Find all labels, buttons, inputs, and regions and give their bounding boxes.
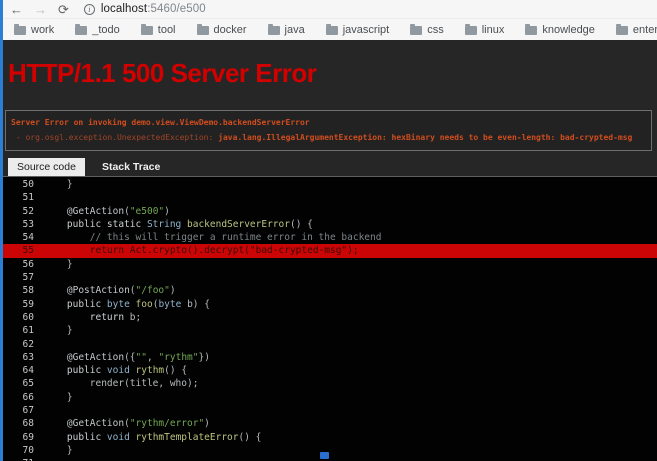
bookmark-item[interactable]: knowledge <box>525 23 595 36</box>
code-line: 51 <box>0 191 657 204</box>
code-line: 69 public void rythmTemplateError() { <box>0 431 657 444</box>
code-line: 60 return b; <box>0 311 657 324</box>
error-detail: - org.osgl.exception.UnexpectedException… <box>11 133 646 142</box>
bookmark-label: javascript <box>342 23 390 36</box>
code-line: 61 } <box>0 324 657 337</box>
back-icon[interactable]: ← <box>10 3 23 16</box>
bookmark-label: entertain <box>632 23 657 36</box>
bookmark-label: css <box>427 23 444 36</box>
browser-toolbar: ← → ⟳ i localhost:5460/e500 <box>0 0 657 19</box>
error-message-box: Server Error on invoking demo.view.ViewD… <box>5 110 652 151</box>
bookmark-item[interactable]: javascript <box>325 23 390 36</box>
code-line: 50 } <box>0 178 657 191</box>
code-line: 52 @GetAction("e500") <box>0 205 657 218</box>
code-line: 56 } <box>0 258 657 271</box>
error-detail-prefix: - org.osgl.exception.UnexpectedException… <box>15 133 214 142</box>
bookmark-label: _todo <box>92 23 120 36</box>
code-line-highlighted: 55 return Act.crypto().decrypt("bad-cryp… <box>0 244 657 258</box>
line-number: 54 <box>22 232 34 244</box>
line-number: 57 <box>22 272 34 284</box>
info-icon[interactable]: i <box>83 3 95 15</box>
line-number: 50 <box>22 179 34 190</box>
address-bar[interactable]: i localhost:5460/e500 <box>83 3 206 15</box>
line-number: 55 <box>22 245 34 257</box>
bookmark-item[interactable]: linux <box>464 23 505 36</box>
folder-icon <box>525 23 538 35</box>
line-number: 52 <box>22 205 34 217</box>
bookmark-label: docker <box>213 23 247 36</box>
url-text[interactable]: localhost:5460/e500 <box>101 3 206 15</box>
bookmark-label: tool <box>157 23 176 36</box>
error-page: HTTP/1.1 500 Server Error Server Error o… <box>0 40 657 461</box>
line-number: 71 <box>0 457 34 461</box>
code-line: 64 public void rythm() { <box>0 364 657 377</box>
page-title: HTTP/1.1 500 Server Error <box>8 58 317 88</box>
line-number: 61 <box>22 325 34 337</box>
code-line: 65 render(title, who); <box>0 377 657 390</box>
error-summary: Server Error on invoking demo.view.ViewD… <box>11 118 310 127</box>
bookmark-item[interactable]: work <box>14 23 55 36</box>
code-line: 54 // this will trigger a runtime error … <box>0 231 657 244</box>
folder-icon <box>325 23 338 35</box>
folder-icon <box>196 23 209 35</box>
code-line: 59 public byte foo(byte b) { <box>0 298 657 311</box>
bookmark-item[interactable]: tool <box>140 23 176 36</box>
bookmark-label: knowledge <box>542 23 595 36</box>
line-number: 66 <box>22 391 34 403</box>
line-number: 64 <box>22 365 34 377</box>
line-number: 58 <box>22 285 34 297</box>
line-number: 68 <box>22 418 34 430</box>
line-number: 63 <box>22 351 34 363</box>
line-number: 59 <box>22 298 34 310</box>
line-number: 65 <box>22 378 34 390</box>
line-number: 62 <box>22 338 34 350</box>
bookmarks-bar: work _todo tool docker java javascript css linu… <box>0 19 657 40</box>
code-line: 63 @GetAction({"", "rythm"}) <box>0 351 657 364</box>
code-area: 50 } 51 52 @GetAction("e500") 53 public sta… <box>0 176 657 461</box>
line-number: 67 <box>22 405 34 417</box>
bookmark-label: work <box>31 23 55 36</box>
folder-icon <box>267 23 280 35</box>
code-line: 58 @PostAction("/foo") <box>0 284 657 297</box>
line-number: 51 <box>22 192 34 204</box>
tab-source-code[interactable]: Source code <box>8 158 85 176</box>
bookmark-item[interactable]: css <box>410 23 444 36</box>
line-number: 70 <box>22 444 34 456</box>
tab-stack-trace[interactable]: Stack Trace <box>98 158 164 176</box>
folder-icon <box>615 23 628 35</box>
code-line: 53 public static String backendServerErr… <box>0 218 657 231</box>
folder-icon <box>464 23 477 35</box>
code-line: 68 @GetAction("rythm/error") <box>0 417 657 430</box>
line-number: 60 <box>22 311 34 323</box>
browser-window: ← → ⟳ i localhost:5460/e500 work _todo too… <box>0 0 657 461</box>
bookmark-item[interactable]: entertain <box>615 23 657 36</box>
folder-icon <box>140 23 153 35</box>
line-number: 53 <box>22 218 34 230</box>
folder-icon <box>410 23 423 35</box>
bookmark-label: linux <box>481 23 505 36</box>
code-line: 62 <box>0 338 657 351</box>
bookmark-item[interactable]: _todo <box>75 23 120 36</box>
folder-icon <box>75 23 88 35</box>
tab-row: Source code Stack Trace <box>8 158 657 176</box>
url-host: localhost <box>100 3 148 15</box>
url-path: :5460/e500 <box>147 3 206 15</box>
window-edge-strip <box>0 0 3 461</box>
code-line: 67 <box>0 404 657 417</box>
forward-icon[interactable]: → <box>34 3 47 16</box>
code-line: 66 } <box>0 391 657 404</box>
error-detail-exception: java.lang.IllegalArgumentException: hexB… <box>218 133 633 142</box>
line-number: 69 <box>22 431 34 443</box>
folder-icon <box>14 23 26 35</box>
code-line: 57 <box>0 271 657 284</box>
bookmark-item[interactable]: docker <box>196 23 247 36</box>
reload-icon[interactable]: ⟳ <box>58 3 69 16</box>
bookmark-label: java <box>284 23 305 36</box>
bookmark-item[interactable]: java <box>267 23 305 36</box>
cursor-artifact <box>320 452 329 459</box>
line-number: 56 <box>22 258 34 270</box>
